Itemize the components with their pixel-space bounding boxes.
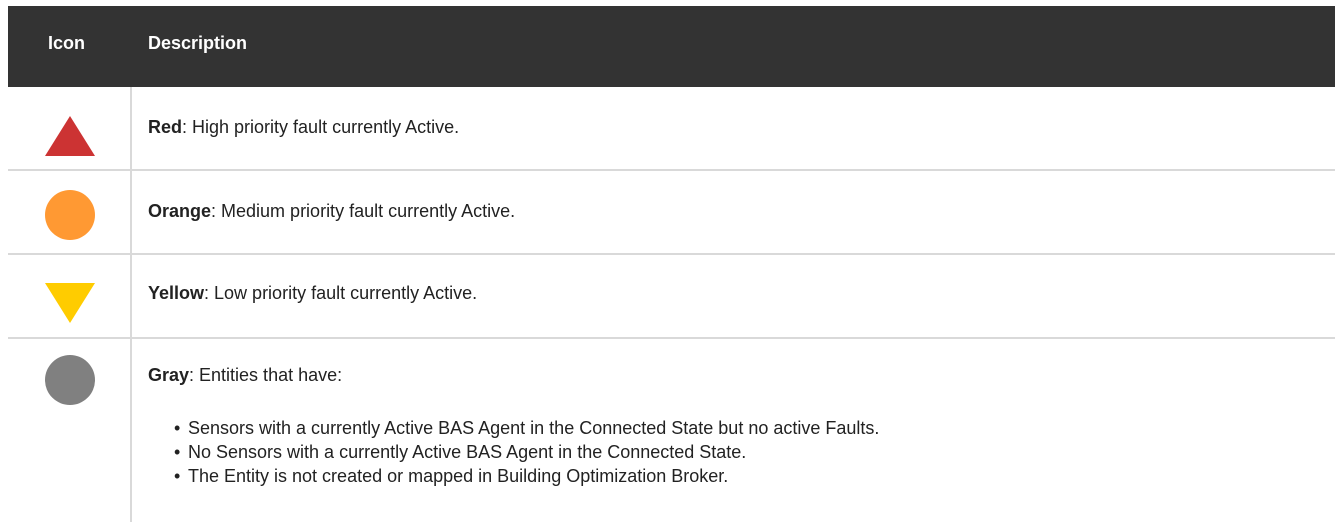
header-icon-column: Icon <box>48 33 86 53</box>
list-item: The Entity is not created or mapped in B… <box>174 464 879 488</box>
gray-circle-icon <box>45 355 95 405</box>
red-triangle-up-icon <box>45 116 95 156</box>
status-text: : Medium priority fault currently Active… <box>211 201 516 221</box>
status-text: : Low priority fault currently Active. <box>204 283 478 303</box>
status-text: : High priority fault currently Active. <box>182 117 460 137</box>
icon-cell <box>8 87 132 169</box>
description-cell: Gray: Entities that have: <box>148 365 342 386</box>
description-cell: Orange: Medium priority fault currently … <box>148 201 515 222</box>
description-cell: Red: High priority fault currently Activ… <box>148 117 459 138</box>
orange-circle-icon <box>45 190 95 240</box>
status-label: Red <box>148 117 183 137</box>
table-row: Yellow: Low priority fault currently Act… <box>8 255 1335 339</box>
list-item: No Sensors with a currently Active BAS A… <box>174 440 879 464</box>
list-item: Sensors with a currently Active BAS Agen… <box>174 416 879 440</box>
status-label: Orange <box>148 201 212 221</box>
table-header: Icon Description <box>8 6 1335 87</box>
icon-cell <box>8 255 132 337</box>
table-row: Gray: Entities that have: Sensors with a… <box>8 339 1335 522</box>
table-row: Orange: Medium priority fault currently … <box>8 171 1335 255</box>
table-row: Red: High priority fault currently Activ… <box>8 87 1335 171</box>
status-icon-legend-table: Icon Description Red: High priority faul… <box>8 6 1335 522</box>
header-description-column: Description <box>148 33 248 53</box>
description-cell: Yellow: Low priority fault currently Act… <box>148 283 477 304</box>
status-label: Gray <box>148 365 190 385</box>
yellow-triangle-down-icon <box>45 283 95 323</box>
gray-criteria-list: Sensors with a currently Active BAS Agen… <box>148 416 879 488</box>
icon-cell <box>8 339 132 522</box>
status-label: Yellow <box>148 283 205 303</box>
status-text: : Entities that have: <box>189 365 343 385</box>
icon-cell <box>8 171 132 253</box>
